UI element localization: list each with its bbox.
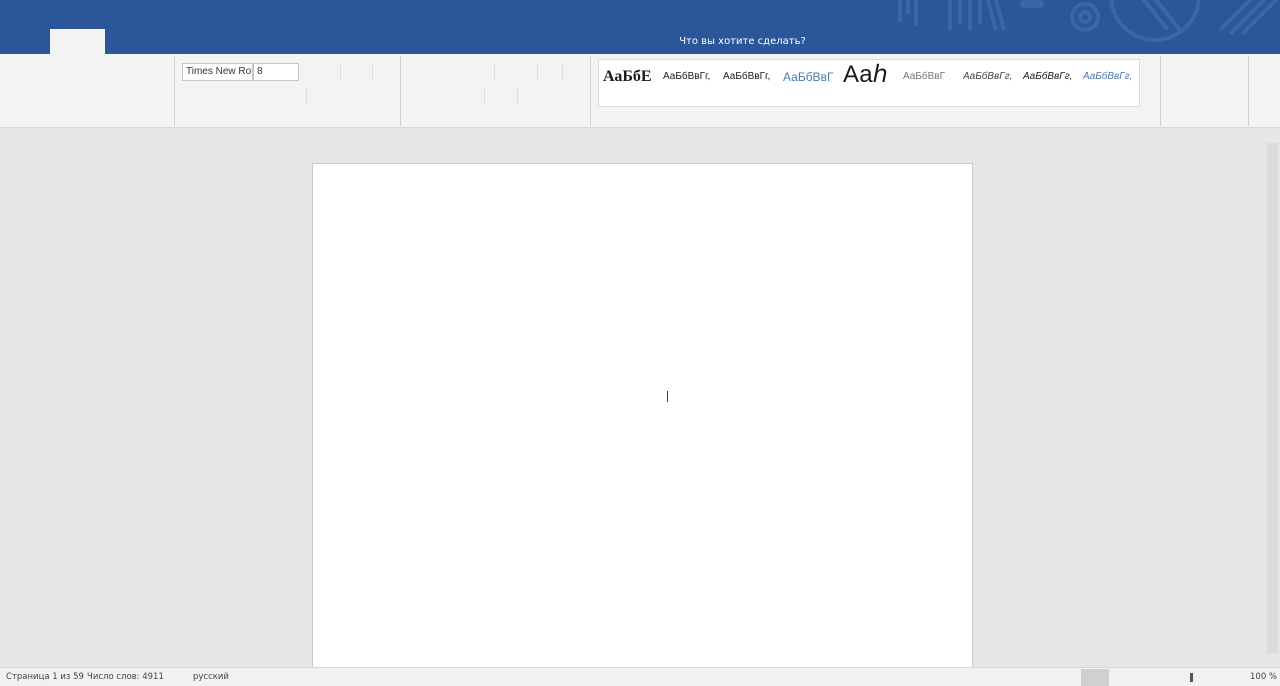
language-indicator[interactable]: русский (193, 668, 229, 686)
style-item[interactable]: АаБбВвГг, (1083, 60, 1139, 106)
ribbon-separator (517, 89, 518, 103)
vertical-scrollbar[interactable] (1266, 143, 1280, 653)
ribbon-separator (174, 56, 175, 126)
ribbon-separator (562, 65, 563, 79)
font-name-combo[interactable]: Times New Roman (182, 63, 253, 81)
ribbon-separator (340, 65, 341, 79)
ribbon: Times New Roman 8 АаБбЕ АаБбВвГг, АаБбВв… (0, 54, 1280, 128)
ribbon-separator (1160, 56, 1161, 126)
style-item[interactable]: АаБбЕ (603, 60, 663, 106)
ribbon-separator (1248, 56, 1249, 126)
scrollbar-thumb[interactable] (1267, 143, 1278, 653)
styles-gallery[interactable]: АаБбЕ АаБбВвГг, АаБбВвГг, АаБбВвГ Ааℎ Аа… (598, 59, 1140, 107)
page-count[interactable]: Страница 1 из 59 (6, 668, 84, 686)
tell-me-search[interactable]: Что вы хотите сделать? (660, 34, 825, 50)
ribbon-separator (484, 89, 485, 103)
ribbon-separator (537, 65, 538, 79)
document-page[interactable] (312, 163, 973, 673)
style-item[interactable]: АаБбВвГг, (663, 60, 723, 106)
style-item[interactable]: Ааℎ (843, 60, 903, 106)
zoom-level[interactable]: 100 % (1250, 668, 1277, 686)
title-bar: Что вы хотите сделать? (0, 0, 1280, 54)
ribbon-separator (372, 65, 373, 79)
word-count[interactable]: Число слов: 4911 (87, 668, 164, 686)
font-size-combo[interactable]: 8 (253, 63, 299, 81)
style-item[interactable]: АаБбВвГг, (723, 60, 783, 106)
banner-decoration (898, 0, 1279, 42)
text-cursor (667, 391, 668, 402)
ribbon-separator (306, 89, 307, 103)
style-item[interactable]: АаБбВвГ (783, 60, 843, 106)
ribbon-separator (494, 65, 495, 79)
style-item[interactable]: АаБбВвГг, (963, 60, 1023, 106)
ribbon-separator (400, 56, 401, 126)
zoom-slider[interactable] (1190, 673, 1193, 682)
ribbon-separator (590, 56, 591, 126)
tab-home[interactable] (50, 29, 105, 54)
view-mode-button[interactable] (1081, 669, 1109, 686)
style-item[interactable]: АаБбВвГ (903, 60, 963, 106)
status-bar: Страница 1 из 59 Число слов: 4911 русски… (0, 667, 1280, 686)
style-item[interactable]: АаБбВвГг, (1023, 60, 1083, 106)
